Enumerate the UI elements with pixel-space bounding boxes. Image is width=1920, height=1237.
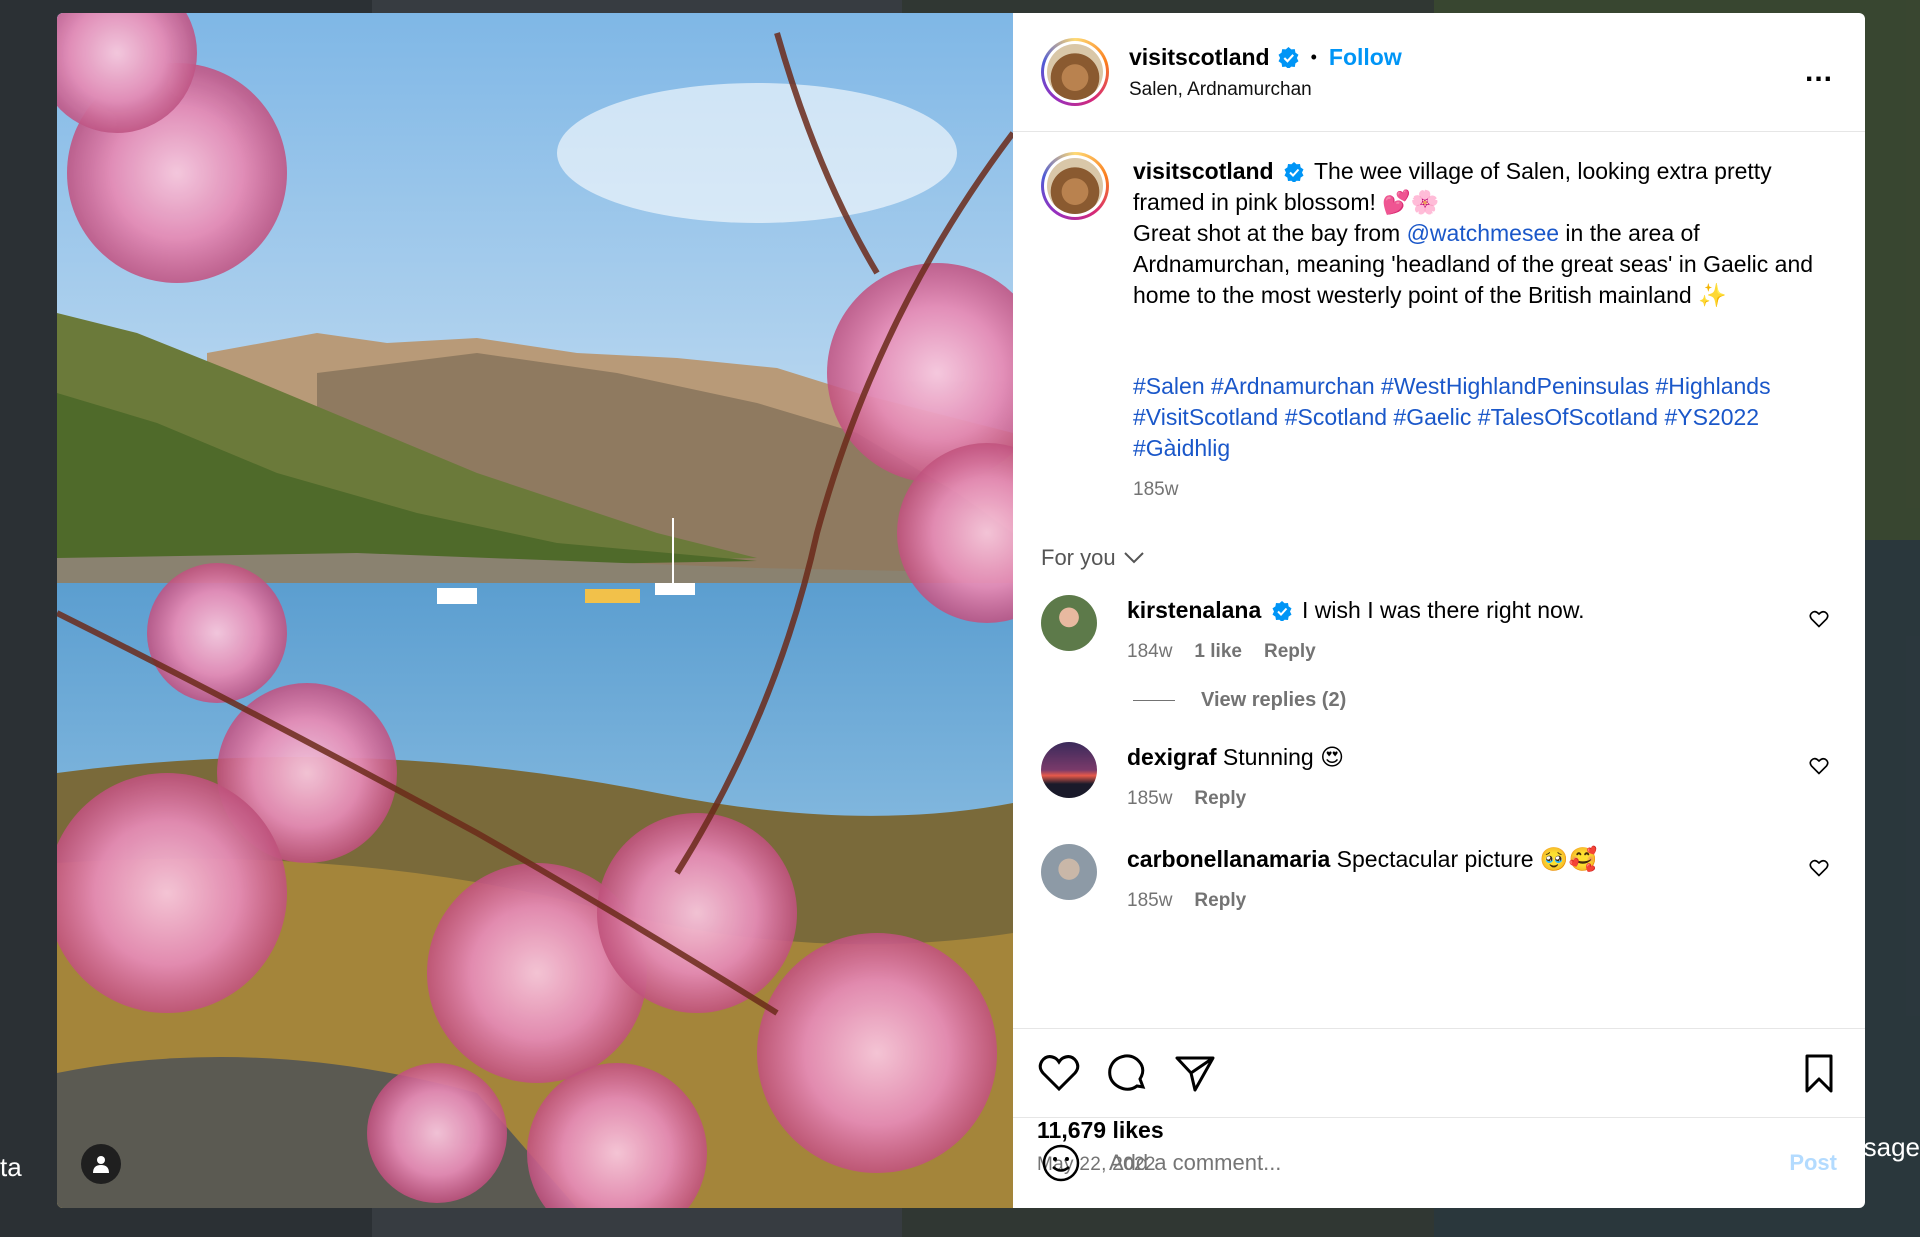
post-location[interactable]: Salen, Ardnamurchan: [1129, 79, 1402, 101]
comment-icon[interactable]: [1105, 1051, 1149, 1095]
view-replies-label: View replies (2): [1201, 689, 1347, 711]
for-you-sort-dropdown[interactable]: For you: [1041, 545, 1837, 571]
comment-username[interactable]: kirstenalana: [1127, 597, 1261, 623]
caption-text-2: Great shot at the bay from: [1133, 220, 1407, 246]
landscape-image: [57, 13, 1013, 1208]
author-username[interactable]: visitscotland: [1129, 44, 1270, 71]
caption-username[interactable]: visitscotland: [1133, 158, 1274, 184]
comment-username[interactable]: dexigraf: [1127, 744, 1216, 770]
author-avatar[interactable]: [1041, 38, 1109, 106]
bg-caption-left: ta: [0, 1152, 22, 1182]
comment-likes[interactable]: 1 like: [1194, 636, 1242, 667]
comment-row: kirstenalana I wish I was there right no…: [1041, 595, 1837, 667]
reply-button[interactable]: Reply: [1194, 885, 1246, 916]
separator-dot: •: [1310, 46, 1317, 67]
heart-icon[interactable]: [1037, 1051, 1081, 1095]
user-tag-button[interactable]: [81, 1144, 121, 1184]
view-replies-button[interactable]: View replies (2): [1133, 689, 1837, 712]
share-icon[interactable]: [1173, 1051, 1217, 1095]
comment-like-heart-icon[interactable]: [1809, 756, 1829, 776]
reply-button[interactable]: Reply: [1194, 783, 1246, 814]
comment-text: Spectacular picture 🥹🥰: [1336, 846, 1598, 872]
comment-like-heart-icon[interactable]: [1809, 609, 1829, 629]
post-modal: visitscotland • Follow Salen, Ardnamurch…: [57, 13, 1865, 1208]
commenter-avatar[interactable]: [1041, 595, 1097, 651]
bookmark-icon[interactable]: [1797, 1051, 1841, 1095]
comment-text: I wish I was there right now.: [1302, 597, 1585, 623]
caption-mention-link[interactable]: @watchmesee: [1407, 220, 1559, 246]
comment-age[interactable]: 185w: [1127, 885, 1172, 916]
verified-icon: [1278, 46, 1299, 68]
caption-hashtags[interactable]: #Salen #Ardnamurchan #WestHighlandPenins…: [1133, 371, 1817, 464]
commenter-avatar[interactable]: [1041, 742, 1097, 798]
replies-divider: [1133, 700, 1175, 701]
comments-section[interactable]: visitscotland The wee village of Salen, …: [1013, 132, 1865, 1028]
caption-avatar[interactable]: [1041, 152, 1109, 220]
post-header: visitscotland • Follow Salen, Ardnamurch…: [1013, 13, 1865, 132]
user-tag-icon: [93, 1156, 109, 1173]
more-options-button[interactable]: ...: [1805, 55, 1833, 89]
comment-text: Stunning 😍: [1222, 744, 1345, 770]
caption-row: visitscotland The wee village of Salen, …: [1041, 152, 1837, 505]
highland-cow-avatar: [1047, 44, 1103, 100]
bg-caption-right: sage: [1863, 1132, 1920, 1162]
follow-button[interactable]: Follow: [1329, 44, 1402, 71]
verified-icon: [1284, 162, 1304, 182]
chevron-down-icon: [1123, 552, 1144, 564]
add-comment-bar: Post: [1013, 1117, 1865, 1208]
emoji-icon[interactable]: [1041, 1143, 1081, 1183]
comment-age[interactable]: 185w: [1127, 783, 1172, 814]
reply-button[interactable]: Reply: [1264, 636, 1316, 667]
post-photo[interactable]: [57, 13, 1013, 1208]
comment-age[interactable]: 184w: [1127, 636, 1172, 667]
comment-row: carbonellanamaria Spectacular picture 🥹🥰…: [1041, 844, 1837, 916]
caption-age[interactable]: 185w: [1133, 474, 1178, 505]
comment-input[interactable]: [1109, 1150, 1790, 1176]
commenter-avatar[interactable]: [1041, 844, 1097, 900]
comment-like-heart-icon[interactable]: [1809, 858, 1829, 878]
comment-username[interactable]: carbonellanamaria: [1127, 846, 1330, 872]
verified-icon: [1272, 601, 1292, 622]
highland-cow-avatar: [1047, 158, 1103, 214]
for-you-label: For you: [1041, 545, 1116, 570]
post-comment-button[interactable]: Post: [1789, 1150, 1837, 1176]
post-panel: visitscotland • Follow Salen, Ardnamurch…: [1013, 13, 1865, 1208]
comment-row: dexigraf Stunning 😍 185w Reply: [1041, 742, 1837, 814]
